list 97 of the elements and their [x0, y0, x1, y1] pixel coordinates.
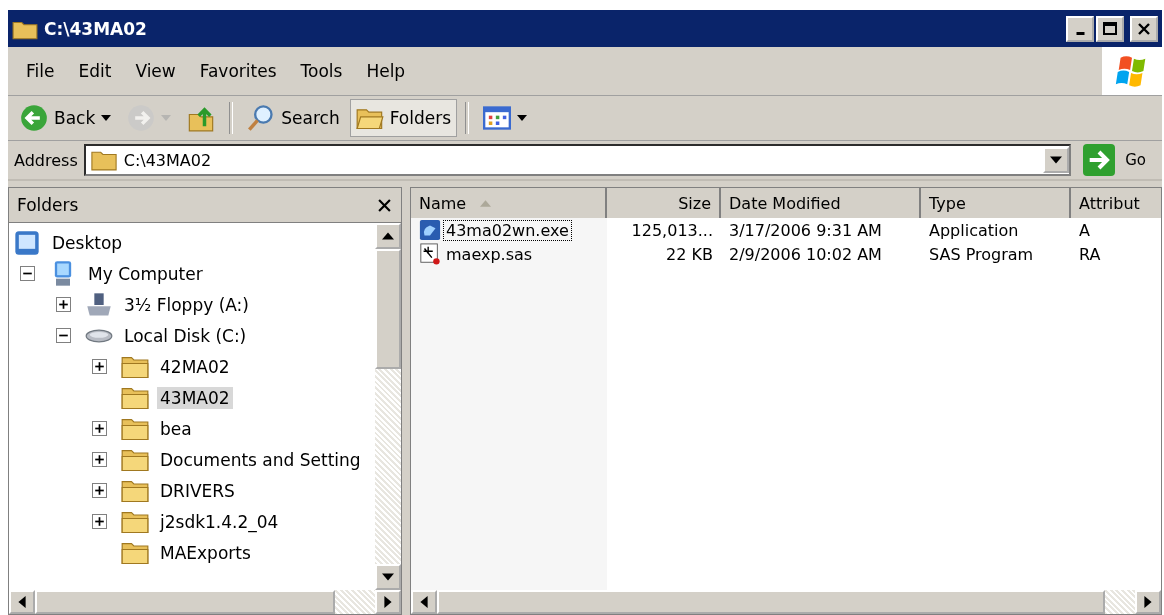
caret-icon	[1050, 156, 1063, 164]
caret-icon	[517, 115, 528, 121]
plus-icon	[93, 361, 105, 372]
menu-item[interactable]: View	[135, 61, 176, 81]
plus-icon	[93, 516, 105, 527]
caret-icon	[101, 115, 112, 121]
expander-box[interactable]	[91, 421, 107, 436]
application-icon	[419, 219, 441, 241]
table-cell-text: 2/9/2006 10:02 AM	[728, 244, 883, 264]
column-title: Type	[929, 193, 966, 213]
expander-box[interactable]	[91, 452, 107, 467]
scroll-left-button[interactable]	[411, 590, 437, 614]
floppy-drive-icon	[85, 290, 113, 319]
horizontal-scrollbar[interactable]	[9, 590, 401, 614]
tree-item[interactable]: MAExports	[157, 541, 254, 564]
file-name[interactable]: maexp.sas	[443, 243, 536, 265]
tree-item[interactable]: 43MA02	[157, 386, 233, 409]
table-cell-text: 22 KB	[665, 244, 714, 264]
expander-box[interactable]	[55, 297, 71, 312]
tree-item[interactable]: j2sdk1.4.2_04	[157, 510, 282, 533]
menu-item[interactable]: Help	[366, 61, 406, 81]
window-title: C:\43MA02	[44, 18, 148, 39]
menu-item[interactable]: Favorites	[199, 61, 277, 81]
right-arrow-icon	[1144, 596, 1152, 608]
dropdown-button[interactable]	[1043, 147, 1070, 173]
tree-item[interactable]: Local Disk (C:)	[121, 324, 250, 347]
close-icon	[1136, 20, 1152, 37]
scroll-right-button[interactable]	[1135, 590, 1161, 614]
windows-logo	[1102, 47, 1162, 95]
pane-title: Folders	[17, 195, 79, 215]
maximize-button[interactable]	[1096, 15, 1124, 42]
table-cell-text: A	[1078, 220, 1091, 240]
views-icon	[483, 104, 512, 132]
close-button[interactable]	[1130, 15, 1158, 42]
column-title: Name	[419, 193, 467, 213]
plus-icon	[93, 485, 105, 496]
tree-item[interactable]: 42MA02	[157, 355, 233, 378]
left-arrow-icon	[420, 596, 428, 608]
address-field[interactable]: C:\43MA02	[83, 144, 1072, 176]
file-name[interactable]: 43ma02wn.exe	[443, 219, 572, 241]
tree-item[interactable]: DRIVERS	[157, 479, 238, 502]
tree-item[interactable]: My Computer	[85, 262, 206, 285]
plus-icon	[93, 454, 105, 465]
folder-icon	[89, 149, 118, 171]
table-cell-text: 125,013...	[630, 220, 714, 240]
expander-box[interactable]	[91, 359, 107, 374]
sort-arrow-icon	[480, 199, 492, 207]
menu-item[interactable]: File	[26, 61, 55, 81]
back-button[interactable]: Back	[14, 99, 118, 137]
column-header[interactable]: Type	[921, 188, 1071, 218]
tree-item[interactable]: 3½ Floppy (A:)	[121, 293, 252, 316]
tree-item[interactable]: bea	[157, 417, 195, 440]
table-cell-text: RA	[1078, 244, 1102, 264]
plus-icon	[93, 423, 105, 434]
scroll-thumb[interactable]	[35, 590, 335, 614]
caret-icon	[161, 115, 172, 121]
expander-box[interactable]	[91, 514, 107, 529]
menu-item[interactable]: Tools	[300, 61, 343, 81]
script-file-icon	[419, 243, 441, 265]
table-cell-text: 3/17/2006 9:31 AM	[728, 220, 883, 240]
vertical-scrollbar[interactable]	[375, 223, 401, 590]
go-button[interactable]: Go	[1077, 143, 1156, 177]
column-header[interactable]: Name	[411, 188, 607, 218]
search-button[interactable]: Search	[241, 99, 346, 137]
expander-box[interactable]	[91, 483, 107, 498]
menu-item[interactable]: Edit	[78, 61, 112, 81]
minimize-button[interactable]	[1066, 15, 1094, 42]
scroll-right-button[interactable]	[375, 590, 401, 614]
up-arrow-icon	[382, 232, 394, 240]
scroll-thumb[interactable]	[375, 249, 401, 369]
desktop-icon	[13, 228, 41, 257]
expander-box[interactable]	[19, 266, 35, 281]
folder-up-icon	[187, 104, 216, 132]
address-label: Address	[14, 150, 78, 170]
column-header[interactable]: Date Modified	[721, 188, 921, 218]
expander-box[interactable]	[55, 328, 71, 343]
minimize-icon	[1075, 31, 1085, 35]
maximize-icon	[1102, 20, 1118, 37]
table-cell-text: SAS Program	[928, 244, 1035, 264]
scroll-down-button[interactable]	[375, 564, 401, 590]
column-header[interactable]: Size	[607, 188, 721, 218]
scroll-up-button[interactable]	[375, 223, 401, 249]
tree-item[interactable]: Desktop	[49, 231, 126, 254]
left-arrow-icon	[18, 596, 26, 608]
search-icon	[247, 104, 276, 132]
close-icon	[378, 198, 391, 212]
plus-icon	[57, 299, 69, 310]
scroll-left-button[interactable]	[9, 590, 35, 614]
tree-item[interactable]: Documents and Setting	[157, 448, 364, 471]
column-header[interactable]: Attribut	[1071, 188, 1161, 218]
column-title: Date Modified	[729, 193, 841, 213]
right-arrow-icon	[384, 596, 392, 608]
column-title: Attribut	[1079, 193, 1140, 213]
down-arrow-icon	[382, 573, 394, 581]
folders-button[interactable]: Folders	[349, 99, 458, 137]
column-title: Size	[678, 193, 711, 213]
table-cell-text: Application	[928, 220, 1020, 240]
